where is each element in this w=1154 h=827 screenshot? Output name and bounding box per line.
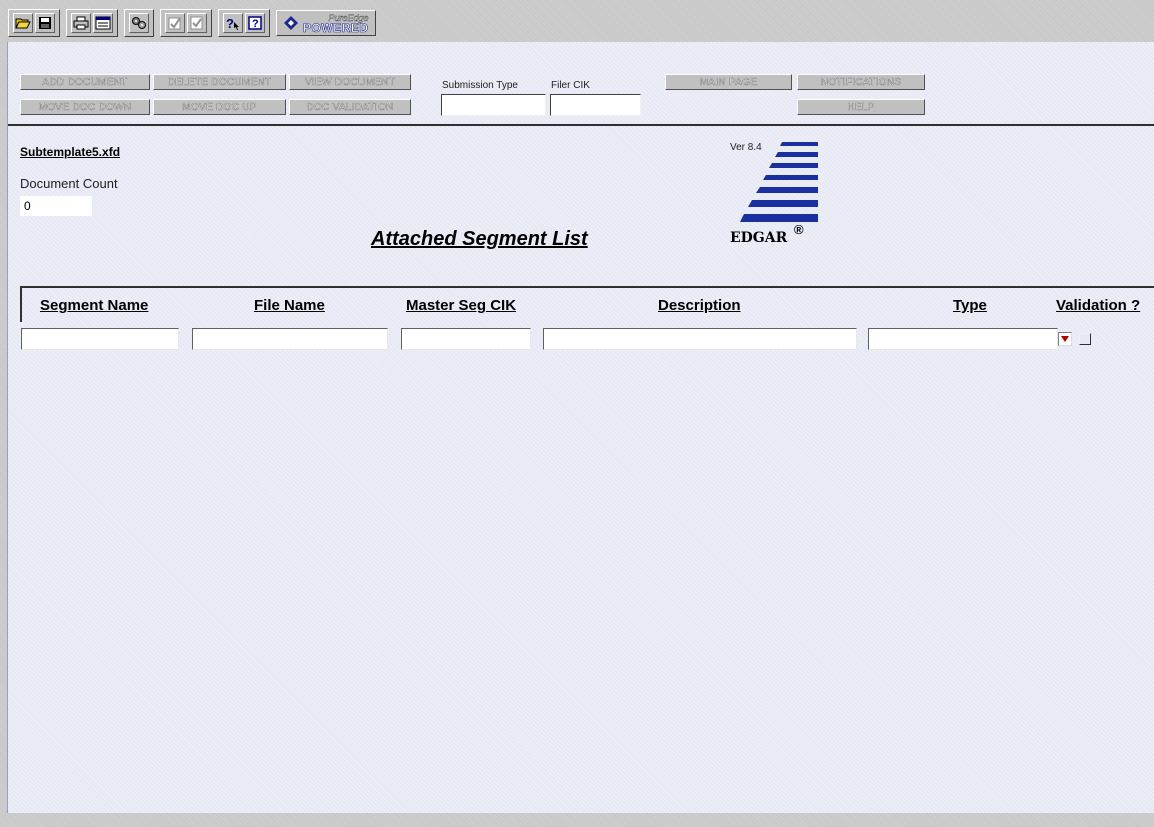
notifications-button[interactable]: NOTIFICATIONS bbox=[797, 74, 925, 90]
filer-cik-field[interactable] bbox=[550, 94, 641, 116]
col-validation: Validation ? bbox=[1056, 297, 1141, 314]
col-type: Type bbox=[953, 297, 987, 314]
print-icon[interactable] bbox=[71, 13, 91, 33]
delete-document-button[interactable]: DELETE DOCUMENT bbox=[153, 74, 286, 90]
check-icon[interactable] bbox=[187, 13, 207, 33]
document-count-label: Document Count bbox=[20, 176, 118, 191]
col-description: Description bbox=[658, 297, 741, 314]
move-doc-down-button[interactable]: MOVE DOC DOWN bbox=[20, 99, 150, 115]
help-tools: ? ? bbox=[218, 9, 270, 37]
print-tools bbox=[66, 9, 118, 37]
page-title: Attached Segment List bbox=[371, 228, 588, 250]
svg-text:?: ? bbox=[252, 18, 259, 30]
col-master-seg-cik: Master Seg CIK bbox=[406, 297, 517, 314]
open-icon[interactable] bbox=[13, 13, 33, 33]
main-page-button[interactable]: MAIN PAGE bbox=[665, 74, 792, 90]
col-file-name: File Name bbox=[254, 297, 325, 314]
doc-validation-button[interactable]: DOC VALIDATION bbox=[289, 99, 411, 115]
validation-checkbox[interactable] bbox=[1079, 333, 1091, 345]
master-seg-cik-input[interactable] bbox=[401, 328, 531, 350]
validate-tools bbox=[160, 9, 212, 37]
save-icon[interactable] bbox=[35, 13, 55, 33]
help-button[interactable]: HELP bbox=[797, 99, 925, 115]
type-select[interactable] bbox=[868, 328, 1058, 350]
edgar-logo: Ver 8.4 EDGAR ® bbox=[730, 138, 820, 258]
filer-cik-label: Filer CIK bbox=[551, 80, 590, 91]
form-panel: ADD DOCUMENT DELETE DOCUMENT VIEW DOCUME… bbox=[7, 42, 1154, 813]
context-help-icon[interactable]: ? bbox=[223, 13, 243, 33]
registered-mark: ® bbox=[794, 222, 804, 237]
document-count-value: 0 bbox=[20, 196, 92, 216]
edgar-wordmark: EDGAR bbox=[730, 230, 788, 246]
edgar-stripes-icon bbox=[740, 142, 818, 222]
validate-icon[interactable] bbox=[165, 13, 185, 33]
add-document-button[interactable]: ADD DOCUMENT bbox=[20, 74, 150, 90]
settings-tools bbox=[124, 9, 154, 37]
powered-bottom-text: POWERED bbox=[303, 21, 369, 35]
pureedge-diamond-icon bbox=[284, 16, 298, 30]
chevron-down-icon bbox=[1061, 336, 1069, 342]
file-tools bbox=[8, 9, 60, 37]
type-dropdown-button[interactable] bbox=[1058, 332, 1072, 346]
toolbar: ? ? PureEdge POWERED bbox=[8, 9, 376, 37]
action-bar: ADD DOCUMENT DELETE DOCUMENT VIEW DOCUME… bbox=[8, 42, 1154, 126]
table-header: Segment Name File Name Master Seg CIK De… bbox=[20, 286, 1154, 322]
col-segment-name: Segment Name bbox=[40, 297, 149, 314]
description-input[interactable] bbox=[543, 328, 857, 350]
status-bar bbox=[0, 815, 1154, 827]
submission-type-field[interactable] bbox=[441, 94, 546, 116]
print-preview-icon[interactable] bbox=[93, 13, 113, 33]
settings-icon[interactable] bbox=[129, 13, 149, 33]
svg-text:?: ? bbox=[226, 16, 234, 30]
pureedge-powered-logo: PureEdge POWERED bbox=[276, 10, 376, 36]
file-name-input[interactable] bbox=[192, 328, 388, 350]
template-file-link[interactable]: Subtemplate5.xfd bbox=[20, 145, 120, 159]
submission-type-label: Submission Type bbox=[442, 80, 518, 91]
window-frame: ? ? PureEdge POWERED ADD DOCUMENT DELETE… bbox=[0, 0, 1154, 827]
help-icon[interactable]: ? bbox=[245, 13, 265, 33]
move-doc-up-button[interactable]: MOVE DOC UP bbox=[153, 99, 286, 115]
segment-name-input[interactable] bbox=[21, 328, 179, 350]
view-document-button[interactable]: VIEW DOCUMENT bbox=[289, 74, 411, 90]
